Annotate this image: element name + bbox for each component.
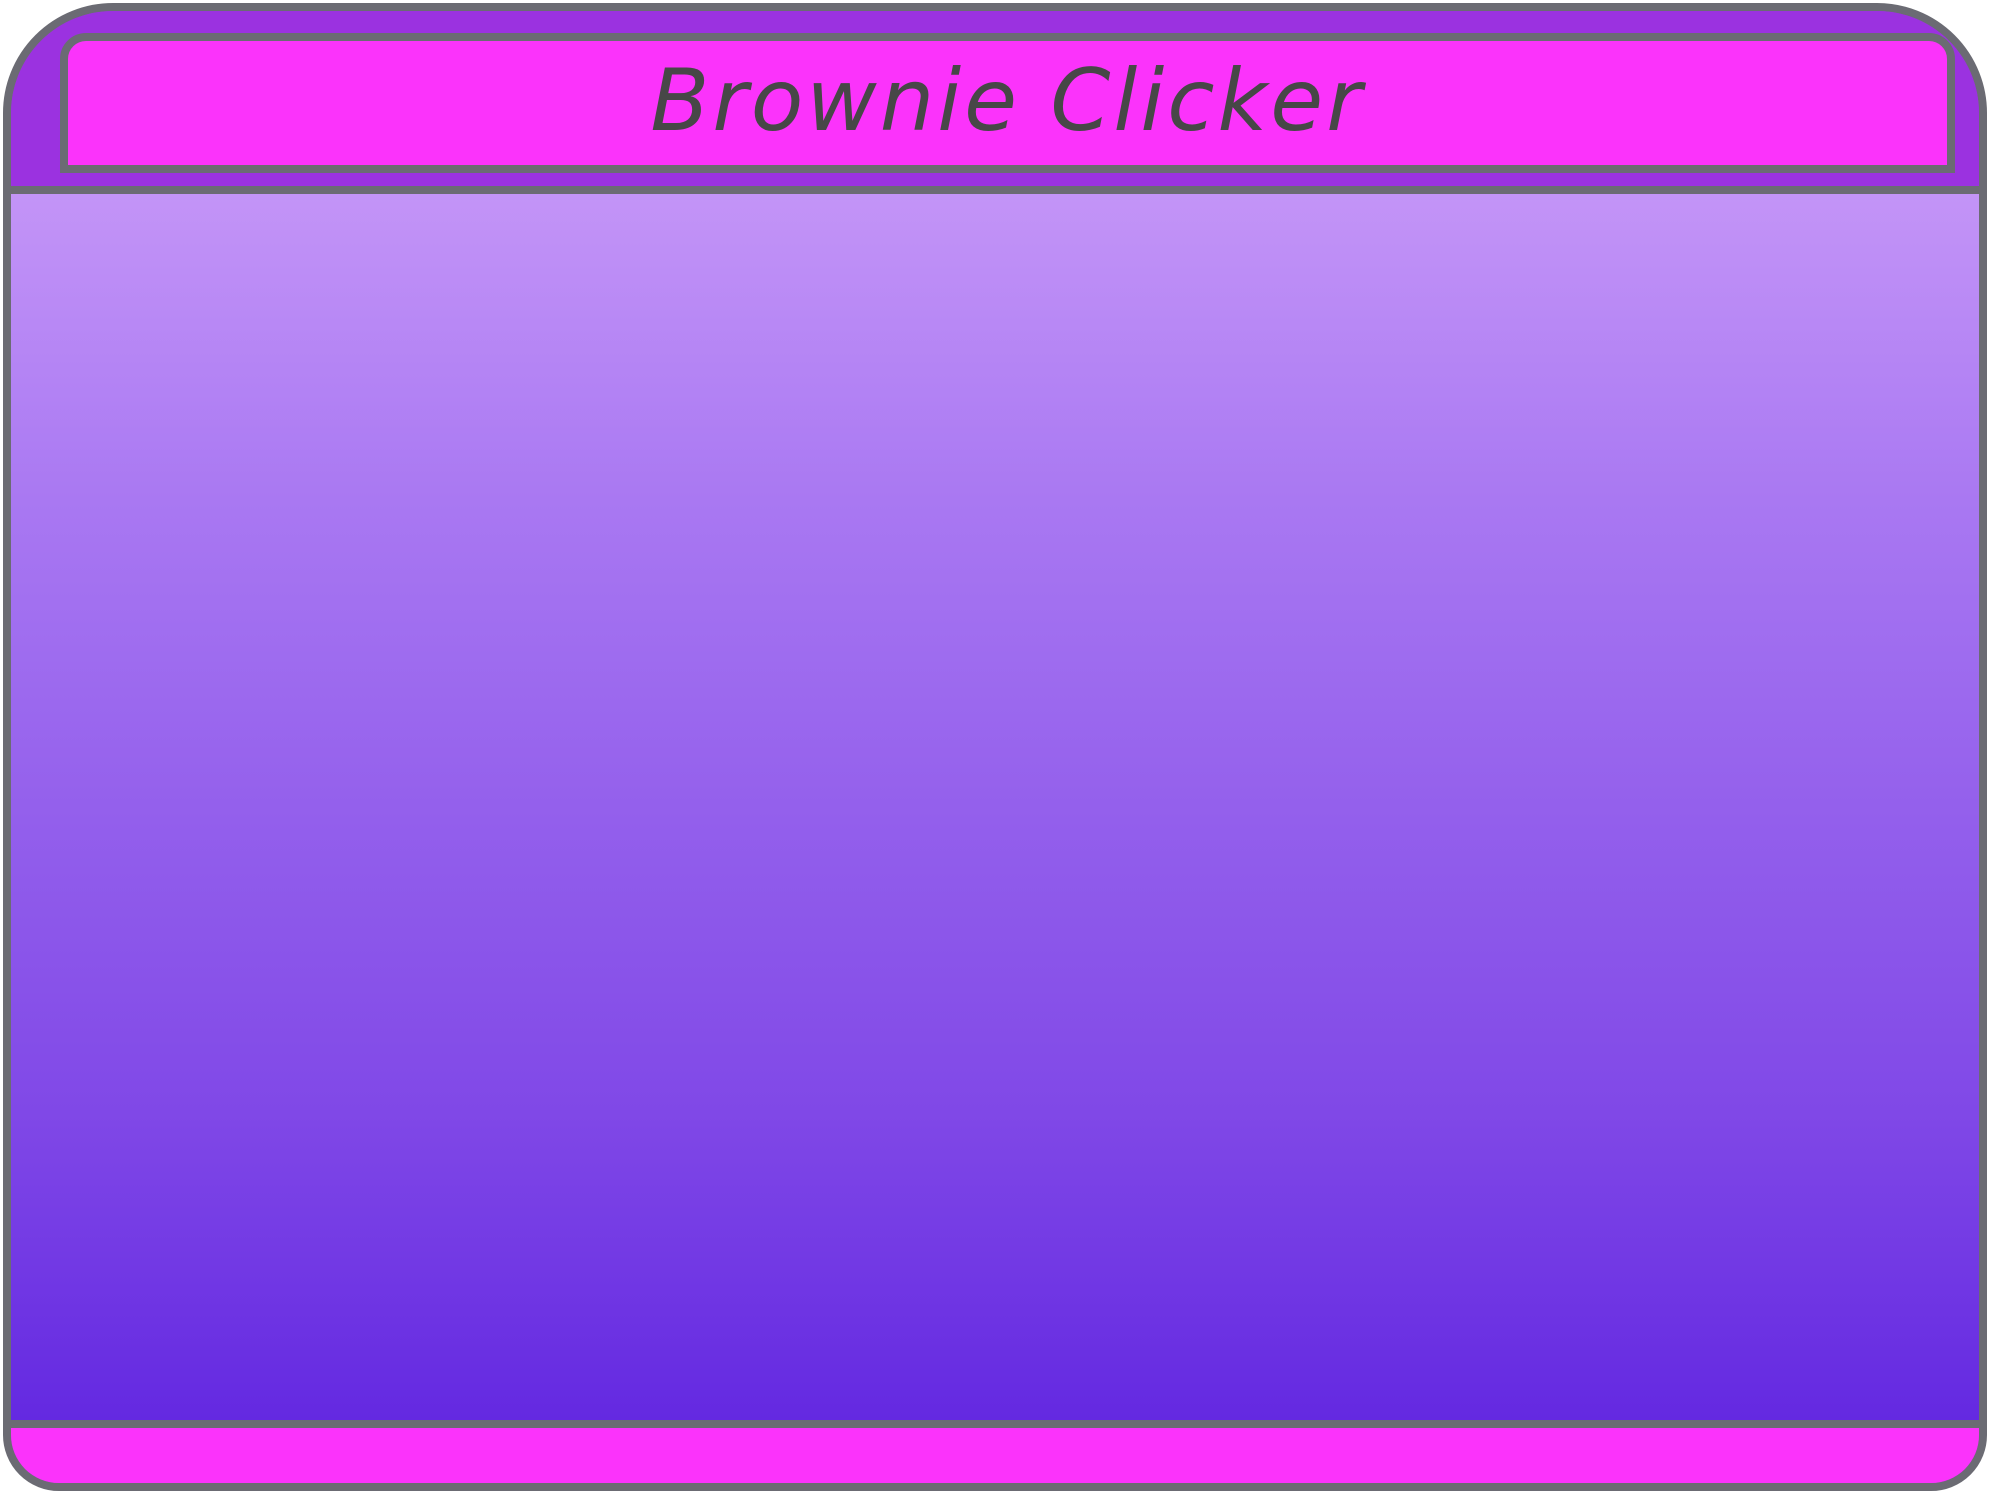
footer-bar <box>11 1428 1979 1483</box>
header-bar: Brownie Clicker <box>11 11 1979 188</box>
header-divider <box>11 186 1979 194</box>
footer-divider <box>11 1420 1979 1428</box>
game-title: Brownie Clicker <box>650 51 1365 151</box>
play-area[interactable] <box>11 194 1979 1420</box>
title-banner: Brownie Clicker <box>60 33 1955 173</box>
game-window: Brownie Clicker <box>3 3 1987 1491</box>
